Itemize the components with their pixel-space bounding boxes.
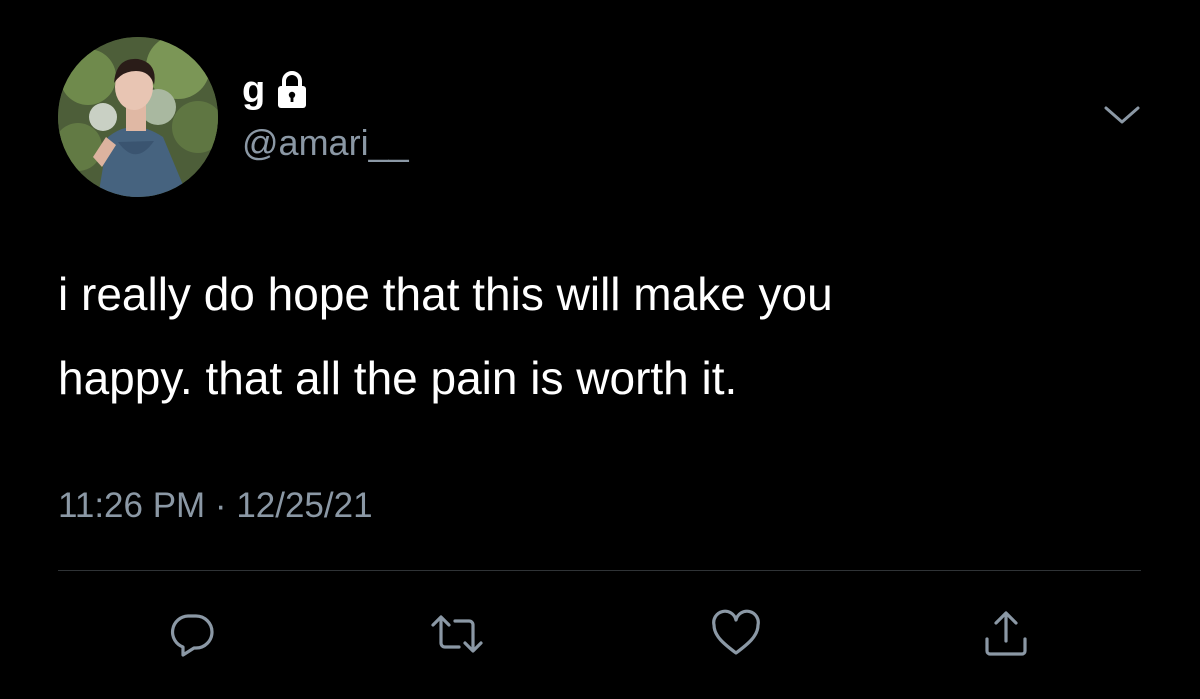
like-button[interactable] (708, 606, 764, 662)
share-icon (985, 611, 1027, 656)
tweet-timestamp[interactable]: 11:26 PM · 12/25/21 (58, 484, 373, 528)
profile-photo (58, 37, 218, 197)
share-button[interactable] (978, 606, 1034, 662)
retweet-icon (431, 615, 483, 653)
tweet-text-line-1: i really do hope that this will make you (58, 268, 833, 320)
display-name[interactable]: g (242, 70, 265, 110)
lock-icon (278, 71, 307, 108)
retweet-button[interactable] (429, 606, 485, 662)
avatar[interactable] (58, 37, 218, 197)
more-options-button[interactable] (1102, 100, 1142, 130)
reply-button[interactable] (164, 606, 220, 662)
heart-icon (712, 609, 760, 655)
chevron-down-icon (1104, 106, 1140, 124)
author-name-row[interactable]: g (242, 70, 309, 110)
tweet-text: i really do hope that this will make you… (58, 252, 1158, 420)
reply-icon (170, 614, 214, 657)
divider (58, 570, 1141, 571)
tweet-text-line-2: happy. that all the pain is worth it. (58, 352, 738, 404)
user-handle[interactable]: @amari__ (242, 121, 409, 165)
tweet-card: g @amari__ i really do hope that this wi… (0, 0, 1200, 699)
